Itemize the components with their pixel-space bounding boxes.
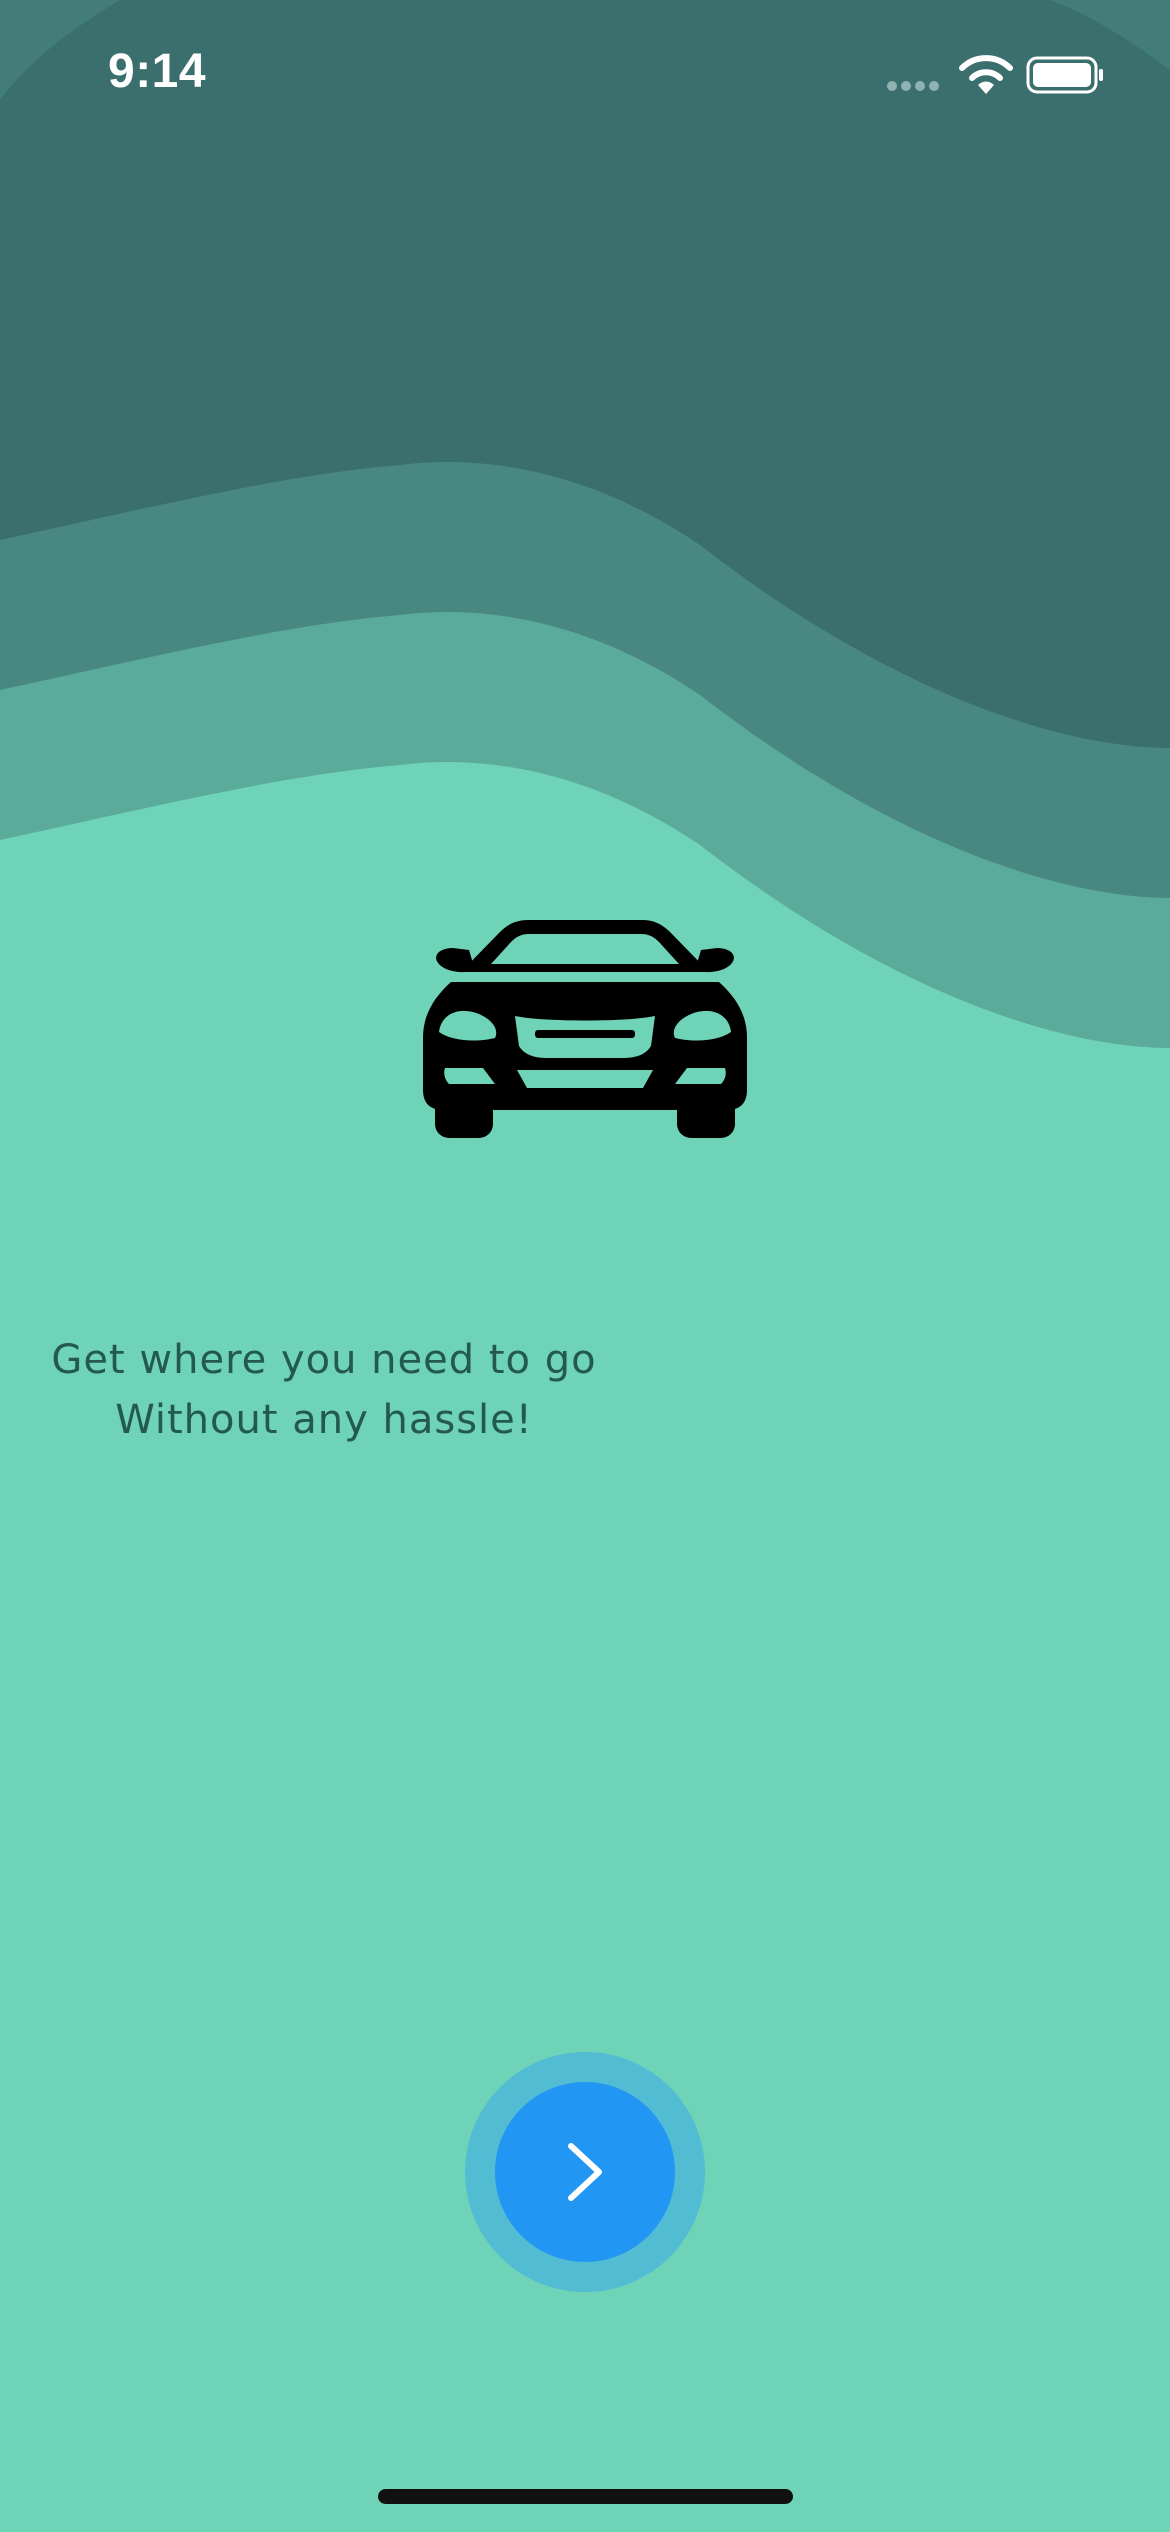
status-bar: 9:14	[0, 0, 1170, 150]
car-icon	[423, 920, 747, 1138]
tagline-line-2: Without any hassle!	[115, 1397, 533, 1443]
tagline-line-1: Get where you need to go	[51, 1337, 597, 1383]
header-waves	[0, 0, 1170, 1060]
status-icons	[887, 55, 1103, 94]
battery-icon	[1026, 56, 1103, 94]
signal-icon	[887, 81, 939, 91]
tagline: Get where you need to go Without any has…	[44, 1330, 604, 1450]
status-time: 9:14	[108, 45, 207, 98]
wifi-icon-dot	[978, 81, 994, 94]
next-button[interactable]	[465, 2052, 705, 2292]
chevron-right-icon	[568, 2143, 602, 2201]
home-indicator[interactable]	[378, 2489, 793, 2504]
wifi-icon	[959, 55, 1013, 81]
next-button-circle[interactable]	[495, 2082, 675, 2262]
